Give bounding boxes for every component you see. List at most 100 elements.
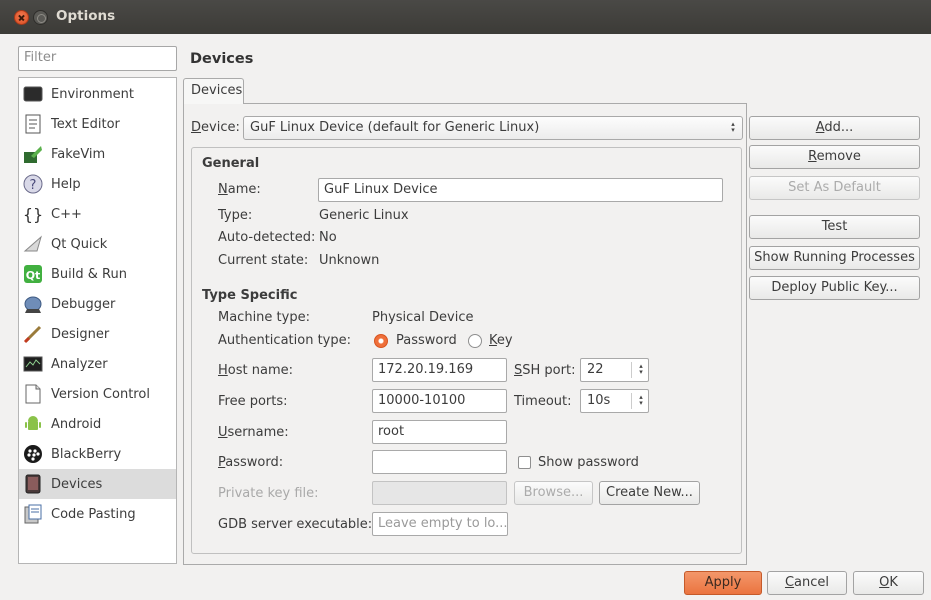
debugger-icon [23,294,43,314]
designer-icon [23,324,43,344]
sidebar-item-label: FakeVim [51,146,106,162]
sidebar-item-android[interactable]: Android [19,409,176,439]
text-document-icon [23,114,43,134]
sidebar-item-environment[interactable]: Environment [19,79,176,109]
ok-button[interactable]: OK [853,571,924,595]
username-label: Username: [218,425,289,440]
ssh-port-label: SSH port: [514,363,576,378]
create-new-button[interactable]: Create New... [599,481,700,505]
sidebar-item-version-control[interactable]: Version Control [19,379,176,409]
sidebar-item-analyzer[interactable]: Analyzer [19,349,176,379]
spin-separator [631,362,632,378]
show-running-processes-button[interactable]: Show Running Processes [749,246,920,270]
add-device-button[interactable]: Add... [749,116,920,140]
devices-icon [23,474,43,494]
autodetected-label: Auto-detected: [218,230,316,245]
deploy-public-key-button[interactable]: Deploy Public Key... [749,276,920,300]
blackberry-icon [23,444,43,464]
show-password-label[interactable]: Show password [538,455,639,470]
sidebar-item-label: Qt Quick [51,236,108,252]
sidebar-item-label: Version Control [51,386,150,402]
timeout-label: Timeout: [514,394,572,409]
auth-key-label[interactable]: Key [489,333,513,348]
gdb-server-label: GDB server executable: [218,517,373,532]
machine-type-label: Machine type: [218,310,310,325]
device-name-field[interactable]: GuF Linux Device [318,178,723,202]
name-label: Name: [218,182,261,197]
close-window-icon[interactable] [14,10,29,25]
sidebar-item-devices[interactable]: Devices [19,469,176,499]
free-ports-label: Free ports: [218,394,288,409]
device-label: Device: [191,120,240,135]
minimize-window-icon[interactable] [33,10,48,25]
private-key-label: Private key file: [218,486,319,501]
auth-password-radio[interactable] [374,334,388,348]
ssh-port-value: 22 [587,362,604,377]
sidebar-item-build-run[interactable]: Qt Build & Run [19,259,176,289]
spin-arrows-icon[interactable]: ▴ ▾ [638,394,644,407]
version-control-icon [23,384,43,404]
timeout-spinbox[interactable]: 10s ▴ ▾ [580,389,649,413]
device-select[interactable]: GuF Linux Device (default for Generic Li… [243,116,743,140]
sidebar-item-label: Designer [51,326,110,342]
gdb-server-field[interactable]: Leave empty to lo... [372,512,508,536]
sidebar-item-label: C++ [51,206,82,222]
show-password-checkbox[interactable] [518,456,531,469]
cancel-button[interactable]: Cancel [767,571,847,595]
spin-arrows-icon[interactable]: ▴ ▾ [638,363,644,376]
set-as-default-button: Set As Default [749,176,920,200]
host-name-field[interactable]: 172.20.19.169 [372,358,507,382]
tab-devices[interactable]: Devices [183,78,244,104]
current-state-label: Current state: [218,253,309,268]
spin-separator [631,393,632,409]
category-list: Environment Text Editor FakeVim ? Help {… [18,77,177,564]
remove-device-button[interactable]: Remove [749,145,920,169]
window-title: Options [56,8,116,24]
general-heading: General [202,156,260,171]
fakevim-icon [23,144,43,164]
sidebar-item-qt-quick[interactable]: Qt Quick [19,229,176,259]
sidebar-item-help[interactable]: ? Help [19,169,176,199]
braces-icon: {} [23,204,43,224]
filter-input[interactable]: Filter [18,46,177,71]
android-icon [23,414,43,434]
auth-key-radio[interactable] [468,334,482,348]
sidebar-item-label: Help [51,176,81,192]
sidebar-item-cpp[interactable]: {} C++ [19,199,176,229]
sidebar-item-label: Build & Run [51,266,127,282]
host-name-label: Host name: [218,363,293,378]
sidebar-item-label: Code Pasting [51,506,136,522]
password-label: Password: [218,455,284,470]
sidebar-item-designer[interactable]: Designer [19,319,176,349]
build-run-icon: Qt [23,264,43,284]
free-ports-field[interactable]: 10000-10100 [372,389,507,413]
password-field[interactable] [372,450,507,474]
current-state-value: Unknown [319,253,380,268]
type-label: Type: [218,208,253,223]
svg-text:Qt: Qt [26,269,41,282]
ssh-port-spinbox[interactable]: 22 ▴ ▾ [580,358,649,382]
apply-button[interactable]: Apply [684,571,762,595]
sidebar-item-debugger[interactable]: Debugger [19,289,176,319]
svg-text:?: ? [30,178,37,193]
qt-quick-icon [23,234,43,254]
type-specific-heading: Type Specific [202,288,298,303]
sidebar-item-label: Analyzer [51,356,108,372]
sidebar-item-fakevim[interactable]: FakeVim [19,139,176,169]
auth-password-label[interactable]: Password [396,333,457,348]
test-button[interactable]: Test [749,215,920,239]
machine-type-value: Physical Device [372,310,474,325]
auth-type-label: Authentication type: [218,333,351,348]
sidebar-item-code-pasting[interactable]: Code Pasting [19,499,176,529]
username-field[interactable]: root [372,420,507,444]
sidebar-item-text-editor[interactable]: Text Editor [19,109,176,139]
sidebar-item-label: Text Editor [51,116,120,132]
svg-text:{}: {} [23,205,43,224]
sidebar-item-label: Debugger [51,296,116,312]
sidebar-item-label: Environment [51,86,135,102]
help-icon: ? [23,174,43,194]
sidebar-item-label: Devices [51,476,103,492]
sidebar-item-blackberry[interactable]: BlackBerry [19,439,176,469]
autodetected-value: No [319,230,337,245]
title-bar: Options [0,0,931,34]
